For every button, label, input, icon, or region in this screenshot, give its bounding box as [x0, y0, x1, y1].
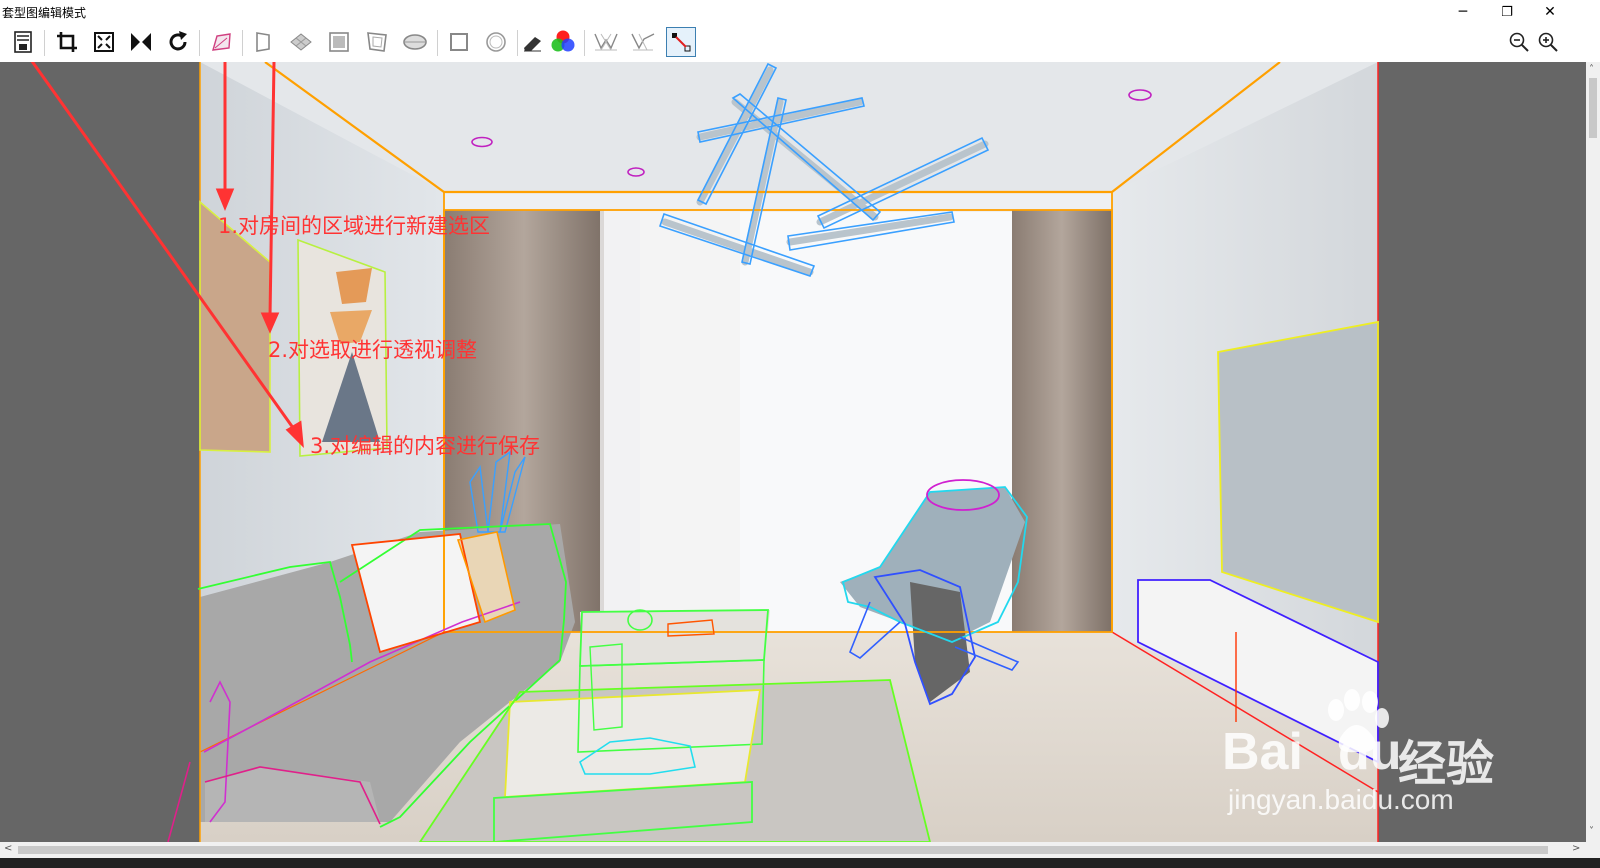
- rect-frame-icon[interactable]: [324, 27, 354, 57]
- point-connect-icon[interactable]: [666, 27, 696, 57]
- annotation-step-1: 1.对房间的区域进行新建选区: [218, 214, 491, 238]
- perspective-icon[interactable]: [249, 27, 279, 57]
- zoom-in-icon[interactable]: [1533, 27, 1563, 57]
- new-selection-icon[interactable]: [206, 27, 236, 57]
- square-icon[interactable]: [444, 27, 474, 57]
- distort-icon[interactable]: [362, 27, 392, 57]
- side-table: [580, 610, 770, 667]
- watermark-brand: Bai: [1222, 723, 1303, 781]
- right-curtain: [1012, 210, 1112, 632]
- vertical-scroll-thumb[interactable]: [1589, 78, 1597, 138]
- toolbar: [0, 24, 1600, 62]
- close-button[interactable]: ✕: [1527, 0, 1573, 24]
- save-icon[interactable]: [8, 27, 38, 57]
- sheer-curtain: [600, 210, 740, 632]
- mesh-edit-icon[interactable]: [591, 27, 621, 57]
- horizontal-scroll-thumb[interactable]: [18, 846, 1548, 854]
- flip-horizontal-icon[interactable]: [126, 27, 156, 57]
- coffee-table: [505, 690, 760, 797]
- watermark-url: jingyan.baidu.com: [1228, 784, 1454, 815]
- color-wheel-icon[interactable]: [548, 27, 578, 57]
- mesh-adjust-icon[interactable]: [628, 27, 658, 57]
- restore-button[interactable]: ❐: [1484, 0, 1530, 24]
- image-viewport[interactable]: 1.对房间的区域进行新建选区 2.对选取进行透视调整 3.对编辑的内容进行保存 …: [0, 62, 1586, 842]
- scroll-up-arrow[interactable]: ˄: [1589, 64, 1594, 75]
- eraser-icon[interactable]: [518, 27, 548, 57]
- ellipse-icon[interactable]: [400, 27, 430, 57]
- crop-icon[interactable]: [52, 27, 82, 57]
- annotation-step-2: 2.对选取进行透视调整: [268, 338, 478, 362]
- horizontal-scrollbar[interactable]: < >: [0, 842, 1586, 858]
- watermark-brand2: du: [1338, 723, 1402, 781]
- title-bar: 套型图编辑模式 ─ ❐ ✕: [0, 0, 1600, 24]
- annotation-step-3: 3.对编辑的内容进行保存: [310, 434, 541, 458]
- fit-view-icon[interactable]: [89, 27, 119, 57]
- scroll-left-arrow[interactable]: <: [4, 843, 12, 854]
- scroll-down-arrow[interactable]: ˅: [1589, 826, 1594, 837]
- vertical-scrollbar[interactable]: ˄ ˅: [1586, 62, 1600, 842]
- window-title: 套型图编辑模式: [2, 6, 87, 20]
- rotate-icon[interactable]: [163, 27, 193, 57]
- status-bar: [0, 858, 1600, 868]
- minimize-button[interactable]: ─: [1440, 0, 1486, 24]
- tv: [1218, 322, 1378, 622]
- scroll-right-arrow[interactable]: >: [1572, 843, 1580, 854]
- grid-warp-icon[interactable]: [286, 27, 316, 57]
- zoom-out-icon[interactable]: [1504, 27, 1534, 57]
- circle-icon[interactable]: [481, 27, 511, 57]
